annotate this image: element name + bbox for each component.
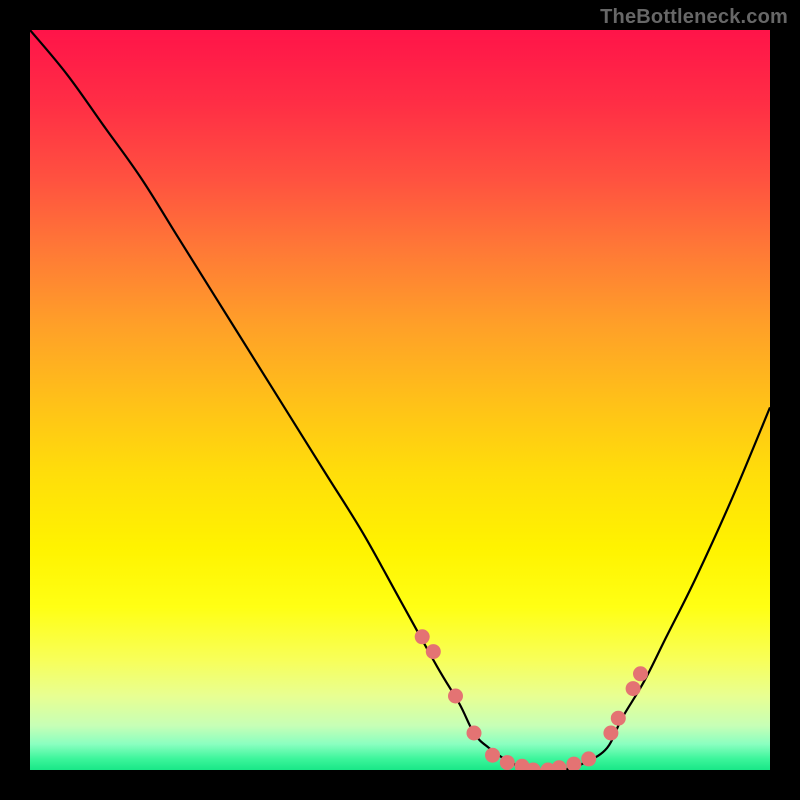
marker-dot [467,726,482,741]
marker-dot [448,689,463,704]
marker-dot [633,666,648,681]
marker-dot [552,760,567,770]
marker-dot [581,751,596,766]
curve-layer [30,30,770,770]
marker-dot [611,711,626,726]
highlight-markers [415,629,648,770]
plot-area [30,30,770,770]
outer-frame: TheBottleneck.com [0,0,800,800]
marker-dot [426,644,441,659]
marker-dot [415,629,430,644]
marker-dot [603,726,618,741]
marker-dot [626,681,641,696]
watermark-text: TheBottleneck.com [600,6,788,29]
marker-dot [485,748,500,763]
marker-dot [566,757,581,770]
marker-dot [500,755,515,770]
bottleneck-curve [30,30,770,770]
